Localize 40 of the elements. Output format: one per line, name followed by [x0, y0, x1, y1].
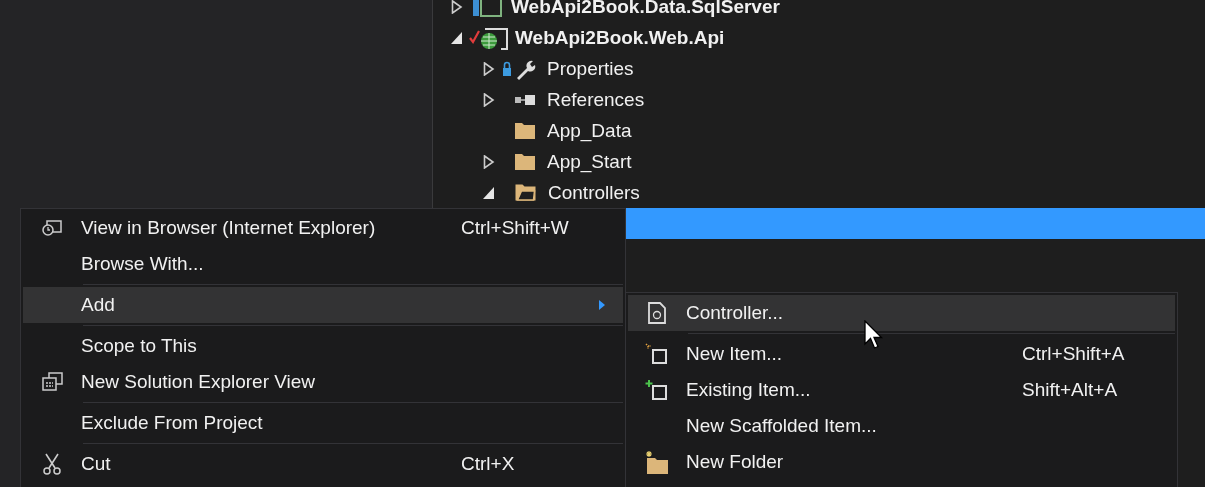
project-name[interactable]: WebApi2Book.Web.Api	[515, 26, 725, 49]
stacked-windows-icon	[41, 372, 63, 392]
tree-item[interactable]: App_Data	[547, 119, 632, 142]
collapsed-arrow-icon[interactable]	[483, 61, 495, 76]
folder-icon	[515, 153, 535, 170]
new-item-icon	[645, 343, 669, 365]
collapsed-arrow-icon[interactable]	[451, 0, 463, 14]
tree-item[interactable]: Properties	[547, 57, 634, 80]
mouse-pointer-icon	[864, 320, 884, 350]
menu-item[interactable]: View in Browser (Internet Explorer) Ctrl+Shift+W	[23, 210, 623, 246]
menu-item[interactable]: Existing Item... Shift+Alt+A	[628, 372, 1175, 408]
scissors-icon	[41, 453, 63, 475]
expanded-arrow-icon[interactable]	[483, 185, 495, 200]
shortcut-text: Ctrl+Shift+W	[461, 217, 570, 239]
menu-item[interactable]: Exclude From Project	[23, 405, 623, 441]
tree-item[interactable]: App_Start	[547, 150, 632, 173]
menu-item[interactable]: New Solution Explorer View	[23, 364, 623, 400]
shortcut-text: Ctrl+X	[461, 453, 516, 475]
collapsed-arrow-icon[interactable]	[483, 92, 495, 107]
document-icon	[647, 302, 667, 324]
tree-item[interactable]: References	[547, 88, 645, 111]
add-item-icon	[645, 379, 669, 401]
menu-item[interactable]: Browse With...	[23, 246, 623, 282]
menu-item[interactable]: Cut Ctrl+X	[23, 446, 623, 482]
menu-item[interactable]: Controller...	[628, 295, 1175, 331]
browser-window-icon	[41, 218, 63, 238]
tree-item[interactable]: Controllers	[548, 181, 640, 204]
web-project-icon	[469, 25, 509, 50]
expanded-arrow-icon[interactable]	[451, 30, 463, 45]
new-folder-icon	[645, 450, 669, 474]
menu-item[interactable]: New Folder	[628, 444, 1175, 480]
open-folder-icon	[515, 184, 536, 201]
shortcut-text: Ctrl+Shift+A	[1022, 343, 1126, 365]
collapsed-arrow-icon[interactable]	[483, 154, 495, 169]
menu-item[interactable]: Scope to This	[23, 328, 623, 364]
menu-item[interactable]: New Scaffolded Item...	[628, 408, 1175, 444]
menu-item[interactable]: Add	[23, 287, 623, 323]
menu-item[interactable]: New Item... Ctrl+Shift+A	[628, 336, 1175, 372]
folder-icon	[515, 122, 535, 139]
shortcut-text: Shift+Alt+A	[1022, 379, 1119, 401]
